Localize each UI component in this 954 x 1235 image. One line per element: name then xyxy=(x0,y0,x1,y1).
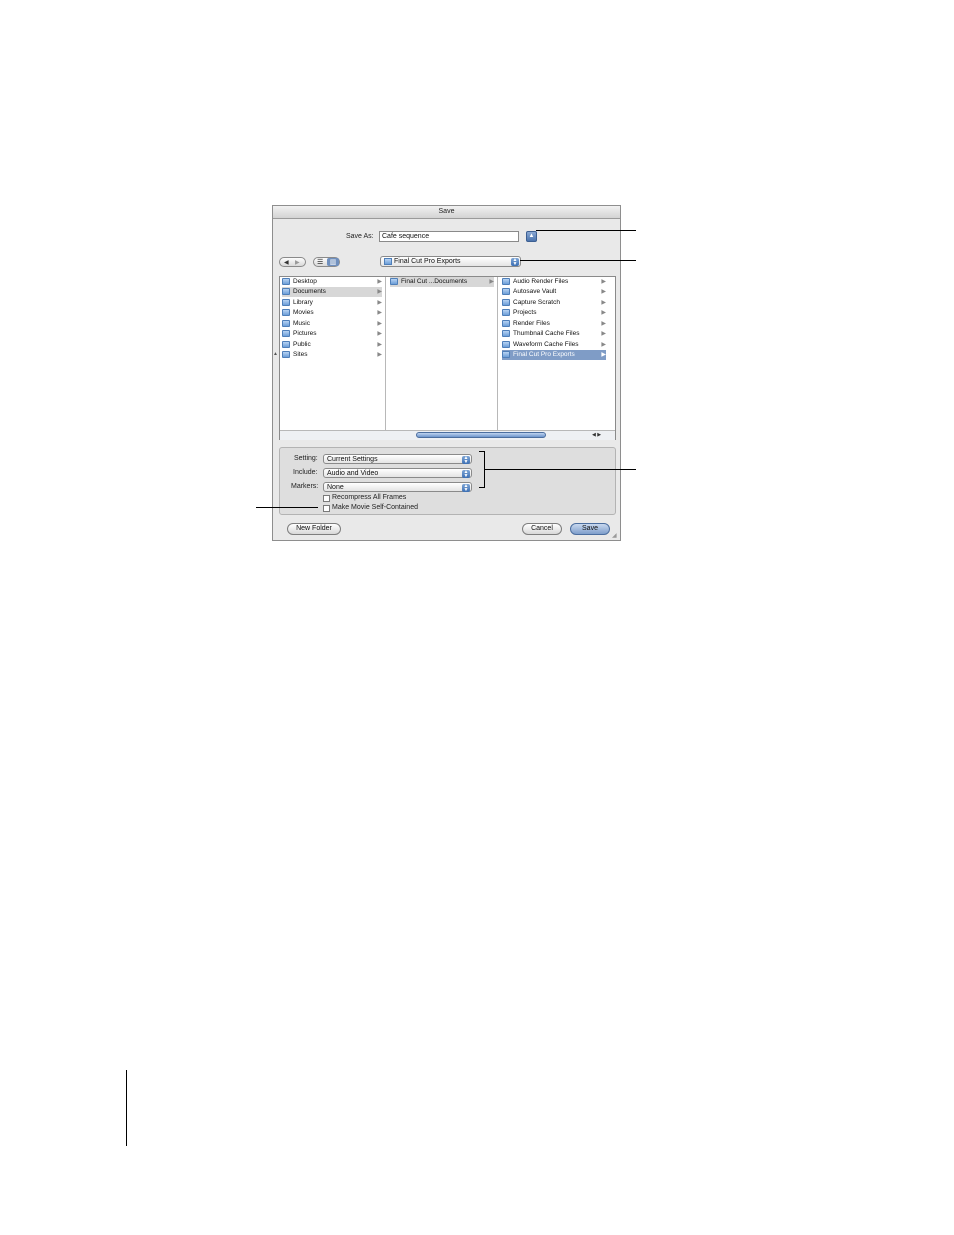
sidebar-item-library[interactable]: Library ▶ xyxy=(282,298,382,308)
browser-column-3: Audio Render Files ▶ Autosave Vault ▶ Capt… xyxy=(500,277,615,430)
callout-line-self-contained xyxy=(256,507,318,508)
popup-arrows-icon: ▲ ▼ xyxy=(462,483,470,493)
folder-icon xyxy=(384,257,392,265)
list-item[interactable]: Final Cut ...Documents ▶ xyxy=(390,277,494,287)
cancel-button[interactable]: Cancel xyxy=(522,523,562,535)
list-item[interactable]: Audio Render Files ▶ xyxy=(502,277,606,287)
popup-arrows-icon: ▲ ▼ xyxy=(511,257,519,267)
music-folder-icon xyxy=(282,319,290,327)
list-item[interactable]: Capture Scratch ▶ xyxy=(502,298,606,308)
documents-folder-icon xyxy=(282,287,290,295)
back-forward-buttons: ◀ ▶ xyxy=(279,257,306,267)
callout-line-expand xyxy=(536,230,636,231)
sidebar-item-public[interactable]: Public ▶ xyxy=(282,340,382,350)
sidebar-item-sites[interactable]: Sites ▶ xyxy=(282,350,382,360)
folder-icon xyxy=(502,340,510,348)
triangle-up-icon: ▲ xyxy=(528,233,535,239)
browser-column-2: Final Cut ...Documents ▶ xyxy=(388,277,498,430)
setting-popup[interactable]: Current Settings ▲ ▼ xyxy=(323,454,472,465)
window-title: Save xyxy=(273,206,620,219)
resize-grip-icon[interactable]: ◢ xyxy=(612,532,617,539)
horizontal-scrollbar[interactable]: ◀ ▶ xyxy=(280,430,615,440)
callout-line-location xyxy=(520,260,636,261)
list-view-icon[interactable]: ☰ xyxy=(317,258,323,268)
library-folder-icon xyxy=(282,298,290,306)
forward-icon[interactable]: ▶ xyxy=(295,258,300,268)
save-dialog: Save Save As: Cafe sequence ▲ ◀ ▶ ☰ ▥ Fi… xyxy=(272,205,621,541)
self-contained-checkbox[interactable] xyxy=(323,505,330,512)
markers-label: Markers: xyxy=(291,483,319,490)
public-folder-icon xyxy=(282,340,290,348)
folder-icon xyxy=(502,350,510,358)
pictures-folder-icon xyxy=(282,329,290,337)
folder-icon xyxy=(390,277,398,285)
location-popup[interactable]: Final Cut Pro Exports ▲ ▼ xyxy=(380,256,521,267)
sidebar-item-documents[interactable]: Documents ▶ xyxy=(282,287,382,297)
sidebar-item-desktop[interactable]: Desktop ▶ xyxy=(282,277,382,287)
save-as-field[interactable]: Cafe sequence xyxy=(379,231,519,242)
popup-arrows-icon: ▲ ▼ xyxy=(462,469,470,479)
recompress-checkbox[interactable] xyxy=(323,495,330,502)
save-button[interactable]: Save xyxy=(570,523,610,535)
browser-column-1: Desktop ▶ Documents ▶ Library ▶ Movies ▶ Mus… xyxy=(280,277,386,430)
include-popup[interactable]: Audio and Video ▲ ▼ xyxy=(323,468,472,479)
folder-icon xyxy=(502,298,510,306)
list-item[interactable]: Thumbnail Cache Files ▶ xyxy=(502,329,606,339)
small-marker-icon: ▲ xyxy=(273,351,278,357)
sidebar-item-music[interactable]: Music ▶ xyxy=(282,319,382,329)
list-item[interactable]: Projects ▶ xyxy=(502,308,606,318)
include-label: Include: xyxy=(293,469,318,476)
scroll-arrows-icon[interactable]: ◀ ▶ xyxy=(592,431,601,439)
sites-folder-icon xyxy=(282,350,290,358)
folder-icon xyxy=(502,319,510,327)
sidebar-item-movies[interactable]: Movies ▶ xyxy=(282,308,382,318)
list-item-selected[interactable]: Final Cut Pro Exports ▶ xyxy=(502,350,606,360)
popup-arrows-icon: ▲ ▼ xyxy=(462,455,470,465)
file-browser: Desktop ▶ Documents ▶ Library ▶ Movies ▶ Mus… xyxy=(279,276,616,440)
back-icon[interactable]: ◀ xyxy=(284,258,289,268)
column-view-icon[interactable]: ▥ xyxy=(327,258,339,266)
markers-popup[interactable]: None ▲ ▼ xyxy=(323,482,472,493)
expand-toggle-button[interactable]: ▲ xyxy=(526,231,537,242)
export-options-panel: Setting: Current Settings ▲ ▼ Include: Au… xyxy=(279,447,616,515)
location-popup-value: Final Cut Pro Exports xyxy=(394,258,461,265)
view-mode-buttons: ☰ ▥ xyxy=(313,257,340,267)
list-item[interactable]: Waveform Cache Files ▶ xyxy=(502,340,606,350)
self-contained-label: Make Movie Self-Contained xyxy=(332,504,418,511)
new-folder-button[interactable]: New Folder xyxy=(287,523,341,535)
list-item[interactable]: Render Files ▶ xyxy=(502,319,606,329)
movies-folder-icon xyxy=(282,308,290,316)
page-margin-rule xyxy=(126,1070,127,1146)
save-as-label: Save As: xyxy=(346,233,374,240)
folder-icon xyxy=(502,287,510,295)
folder-icon xyxy=(502,329,510,337)
folder-icon xyxy=(502,277,510,285)
list-item[interactable]: Autosave Vault ▶ xyxy=(502,287,606,297)
sidebar-item-pictures[interactable]: Pictures ▶ xyxy=(282,329,382,339)
setting-label: Setting: xyxy=(294,455,318,462)
scrollbar-thumb[interactable] xyxy=(416,432,546,438)
recompress-label: Recompress All Frames xyxy=(332,494,407,501)
folder-icon xyxy=(502,308,510,316)
desktop-folder-icon xyxy=(282,277,290,285)
callout-line-options xyxy=(485,469,636,470)
